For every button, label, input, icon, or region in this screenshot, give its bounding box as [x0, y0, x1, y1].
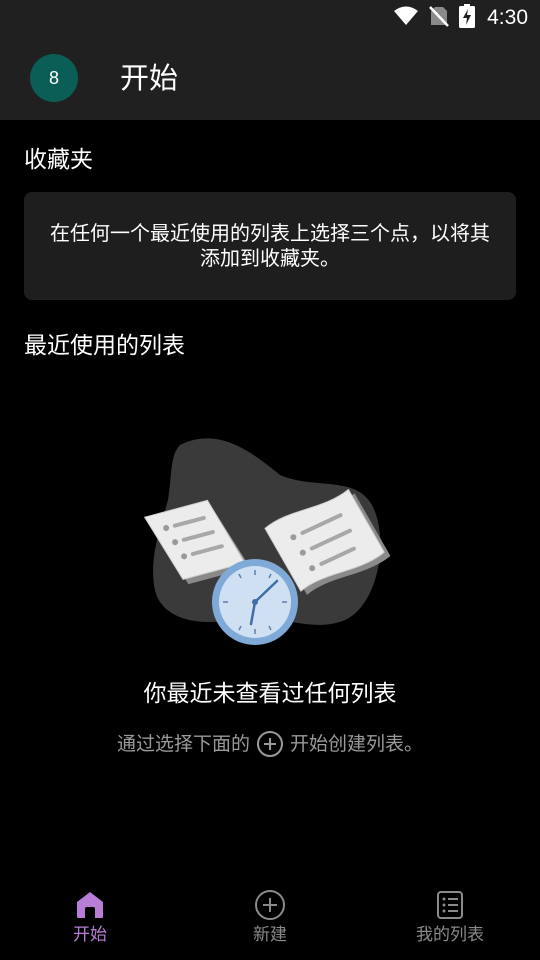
nav-item-home[interactable]: 开始 [0, 876, 180, 960]
empty-hint-text-before: 通过选择下面的 [116, 733, 250, 755]
top-bar: 4:30 8 开始 [0, 0, 540, 120]
favorites-empty-card: 在任何一个最近使用的列表上选择三个点，以将其添加到收藏夹。 [24, 192, 516, 300]
battery-charging-icon [459, 4, 476, 32]
favorites-section-title: 收藏夹 [24, 147, 93, 173]
empty-hint-text-after: 开始创建列表。 [290, 733, 424, 755]
nav-label-new: 新建 [253, 925, 287, 945]
app-header: 8 开始 [0, 36, 540, 120]
favorites-empty-message: 在任何一个最近使用的列表上选择三个点，以将其添加到收藏夹。 [50, 221, 490, 270]
nav-label-home: 开始 [73, 925, 107, 945]
avatar-initial: 8 [48, 67, 59, 88]
avatar[interactable]: 8 [30, 54, 78, 102]
add-circle-icon [256, 730, 284, 758]
empty-recent-illustration [140, 430, 400, 660]
status-bar: 4:30 [0, 0, 540, 36]
list-icon [434, 889, 466, 921]
empty-recent-title: 你最近未查看过任何列表 [143, 681, 397, 707]
nav-label-my-lists: 我的列表 [416, 925, 484, 945]
wifi-icon [393, 5, 419, 31]
nav-item-new[interactable]: 新建 [180, 876, 360, 960]
add-circle-icon [254, 889, 286, 921]
page-title: 开始 [120, 61, 179, 95]
status-time: 4:30 [487, 6, 528, 29]
recent-section-title: 最近使用的列表 [24, 333, 185, 359]
empty-recent-hint: 通过选择下面的 开始创建列表。 [0, 728, 540, 760]
status-icons: 4:30 [393, 4, 528, 32]
home-icon [74, 889, 106, 921]
nav-item-my-lists[interactable]: 我的列表 [360, 876, 540, 960]
no-sim-icon [429, 5, 450, 31]
bottom-nav: 开始 新建 我的列表 [0, 876, 540, 960]
